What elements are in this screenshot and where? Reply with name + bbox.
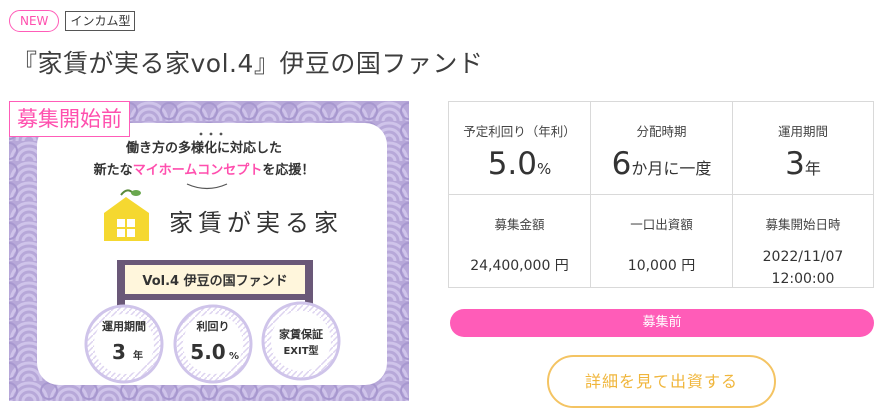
hero-status-label: 募集開始前 (9, 101, 130, 137)
stat-amount-label: 募集金額 (494, 217, 545, 232)
stat-period-value: 3 (785, 146, 805, 182)
catch-line-2c: を応援！ (262, 162, 314, 178)
badge-period: 運用期間 3 年 (84, 304, 164, 384)
svg-text:利回り: 利回り (197, 319, 230, 333)
stat-unit-price-label: 一口出資額 (630, 217, 693, 232)
new-badge: NEW (9, 10, 60, 32)
stat-start-time: 12:00:00 (771, 271, 835, 287)
stat-unit-price-value: 10,000 円 (627, 258, 696, 274)
detail-invest-button[interactable]: 詳細を見て出資する (547, 355, 776, 408)
catch-line-2b: マイホームコンセプト (133, 163, 263, 178)
stat-yield-label: 予定利回り（年利） (463, 124, 576, 139)
stat-distribution: 分配時期 6か月に一度 (591, 102, 733, 195)
stat-period-label: 運用期間 (777, 124, 828, 139)
svg-text:3: 3 (112, 340, 126, 364)
svg-text:運用期間: 運用期間 (102, 319, 146, 333)
fund-signboard: Vol.4 伊豆の国ファンド (142, 273, 287, 289)
svg-text:%: % (229, 351, 239, 362)
catch-line-2a: 新たな (94, 162, 133, 178)
badge-guarantee: 家賃保証 EXIT型 (261, 301, 341, 381)
hero-image: 働き方の多様化に対応した 新たなマイホームコンセプトを応援！ 家賃が実る家 Vo… (9, 101, 409, 401)
fund-title: 『家賃が実る家vol.4』伊豆の国ファンド (12, 49, 484, 78)
tag-group: NEW インカム型 (9, 10, 136, 32)
stat-unit-price: 一口出資額 10,000 円 (591, 195, 733, 288)
stat-start-date: 2022/11/07 (762, 249, 844, 265)
fund-type-badge: インカム型 (65, 11, 136, 31)
catch-line-1: 働き方の多様化に対応した (125, 140, 282, 156)
svg-text:5.0: 5.0 (190, 340, 225, 364)
stat-period-unit: 年 (804, 159, 821, 178)
stat-start-label: 募集開始日時 (765, 217, 841, 232)
svg-text:家賃保証: 家賃保証 (279, 327, 323, 341)
stat-distribution-label: 分配時期 (636, 124, 687, 139)
svg-text:年: 年 (133, 349, 143, 362)
svg-text:EXIT型: EXIT型 (283, 344, 318, 357)
stat-yield-value: 5.0 (487, 146, 538, 182)
stat-start-datetime: 募集開始日時 2022/11/07 12:00:00 (733, 195, 873, 288)
stat-yield: 予定利回り（年利） 5.0% (449, 102, 591, 195)
fund-stats-grid: 予定利回り（年利） 5.0% 分配時期 6か月に一度 運用期間 3年 募集金額 … (448, 101, 874, 288)
stat-amount: 募集金額 24,400,000 円 (449, 195, 591, 288)
stat-distribution-value: 6 (611, 146, 632, 182)
stat-period: 運用期間 3年 (733, 102, 873, 195)
hero-illustration: 働き方の多様化に対応した 新たなマイホームコンセプトを応援！ 家賃が実る家 Vo… (9, 101, 409, 401)
status-bar: 募集前 (450, 309, 874, 337)
badge-yield: 利回り 5.0 % (173, 304, 253, 384)
stat-amount-value: 24,400,000 円 (470, 258, 569, 274)
stat-distribution-unit: か月に一度 (631, 159, 712, 178)
svg-text:新たなマイホームコンセプトを応援！: 新たなマイホームコンセプトを応援！ (94, 162, 315, 178)
stat-yield-unit: % (537, 160, 552, 178)
brand-logo-text: 家賃が実る家 (169, 209, 343, 237)
